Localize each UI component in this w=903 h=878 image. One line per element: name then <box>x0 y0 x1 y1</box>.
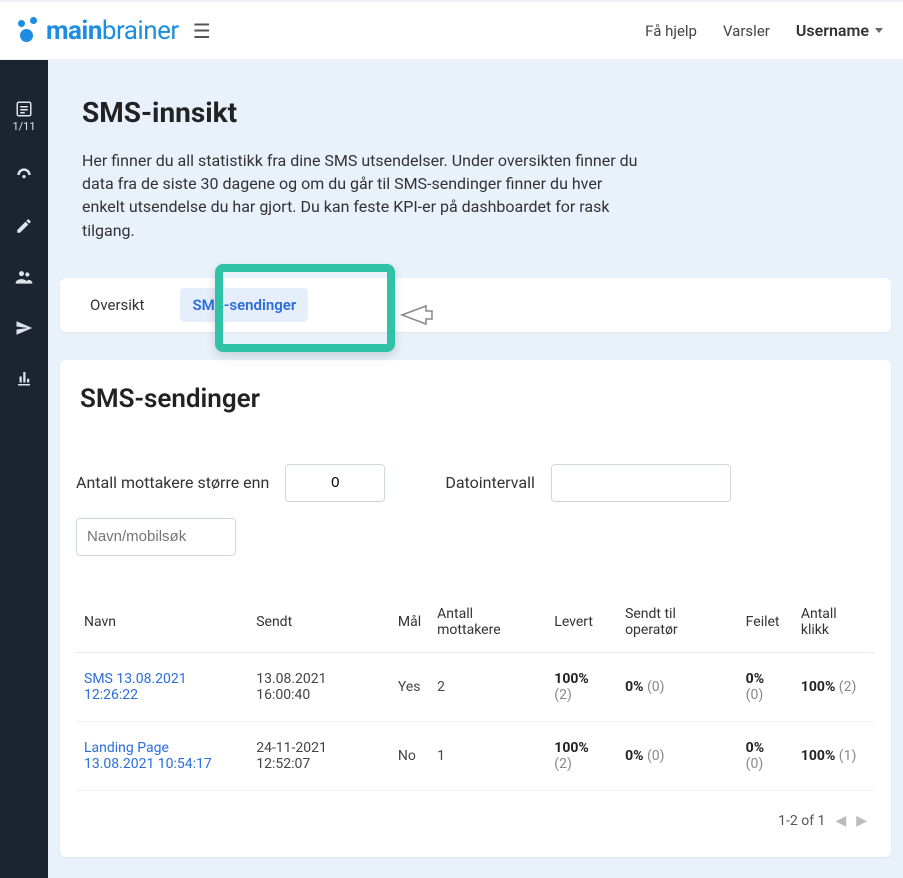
gauge-icon <box>14 165 34 185</box>
step-counter: 1/11 <box>12 120 35 133</box>
filter-recipients-gt-label: Antall mottakere større enn <box>76 473 269 492</box>
topnav-user-menu[interactable]: Username <box>796 21 883 40</box>
content-area: SMS-innsikt Her finner du all statistikk… <box>48 60 903 878</box>
intro-block: SMS-innsikt Her finner du all statistikk… <box>48 60 903 266</box>
filter-daterange-label: Datointervall <box>445 473 535 492</box>
brand-logo[interactable]: mainbrainer <box>12 16 179 46</box>
col-sent[interactable]: Sendt <box>248 596 390 653</box>
col-goal[interactable]: Mål <box>390 596 429 653</box>
list-icon <box>15 100 33 118</box>
row-goal: Yes <box>390 652 429 721</box>
col-name[interactable]: Navn <box>76 596 248 653</box>
sidebar-item-edit[interactable] <box>0 217 48 235</box>
tabs-card: Oversikt SMS-sendinger <box>60 278 891 332</box>
row-name-link[interactable]: Landing Page 13.08.2021 10:54:17 <box>84 740 240 772</box>
row-recipients: 2 <box>429 652 546 721</box>
pencil-icon <box>15 217 33 235</box>
col-recipients[interactable]: Antall mottakere <box>429 596 546 653</box>
pager-next[interactable]: ▶ <box>856 813 867 829</box>
topbar: mainbrainer ☰ Få hjelp Varsler Username <box>0 0 903 60</box>
row-clicks: 100% (2) <box>793 652 875 721</box>
sidebar-item-steps[interactable]: 1/11 <box>0 100 48 133</box>
row-to-operator: 0% (0) <box>617 652 738 721</box>
filter-recipients-gt-input[interactable] <box>285 464 385 502</box>
table-header-row: Navn Sendt Mål Antall mottakere Levert S… <box>76 596 875 653</box>
sidebar-item-contacts[interactable] <box>0 267 48 287</box>
row-sent: 24-11-2021 12:52:07 <box>248 721 390 790</box>
filters-row: Antall mottakere større enn Datointerval… <box>76 464 875 556</box>
topnav-username: Username <box>796 21 869 40</box>
pager-label: 1-2 of 1 <box>778 813 825 829</box>
pager: 1-2 of 1 ◀ ▶ <box>76 791 875 833</box>
paper-plane-icon <box>15 319 33 337</box>
sendings-table: Navn Sendt Mål Antall mottakere Levert S… <box>76 596 875 791</box>
topnav-alerts[interactable]: Varsler <box>723 22 770 40</box>
bar-chart-icon <box>15 369 33 387</box>
col-to-operator[interactable]: Sendt til operatør <box>617 596 738 653</box>
row-failed: 0% (0) <box>738 652 793 721</box>
sidebar-item-insights[interactable] <box>0 369 48 387</box>
col-clicks[interactable]: Antall klikk <box>793 596 875 653</box>
row-delivered: 100% (2) <box>546 652 617 721</box>
users-icon <box>14 267 34 287</box>
sendings-panel: SMS-sendinger Antall mottakere større en… <box>60 360 891 857</box>
sidebar: 1/11 <box>0 60 48 878</box>
row-goal: No <box>390 721 429 790</box>
row-sent: 13.08.2021 16:00:40 <box>248 652 390 721</box>
page-description: Her finner du all statistikk fra dine SM… <box>82 149 642 242</box>
brand-name-bold: main <box>46 16 102 46</box>
row-failed: 0% (0) <box>738 721 793 790</box>
hamburger-icon[interactable]: ☰ <box>193 19 211 43</box>
row-to-operator: 0% (0) <box>617 721 738 790</box>
col-failed[interactable]: Feilet <box>738 596 793 653</box>
page-title: SMS-innsikt <box>82 96 869 129</box>
row-clicks: 100% (1) <box>793 721 875 790</box>
row-recipients: 1 <box>429 721 546 790</box>
sidebar-item-send[interactable] <box>0 319 48 337</box>
topnav: Få hjelp Varsler Username <box>645 21 883 40</box>
col-delivered[interactable]: Levert <box>546 596 617 653</box>
pager-prev[interactable]: ◀ <box>835 813 846 829</box>
panel-title: SMS-sendinger <box>76 384 875 414</box>
row-delivered: 100% (2) <box>546 721 617 790</box>
table-row: SMS 13.08.2021 12:26:22 13.08.2021 16:00… <box>76 652 875 721</box>
tour-cursor-icon <box>400 300 434 330</box>
tab-overview[interactable]: Oversikt <box>78 288 156 322</box>
row-name-link[interactable]: SMS 13.08.2021 12:26:22 <box>84 671 240 703</box>
chevron-down-icon <box>875 28 883 33</box>
filter-search-input[interactable] <box>76 518 236 556</box>
tab-sms-sendings[interactable]: SMS-sendinger <box>180 288 308 322</box>
sidebar-item-dashboard[interactable] <box>0 165 48 185</box>
table-row: Landing Page 13.08.2021 10:54:17 24-11-2… <box>76 721 875 790</box>
brand-name-light: brainer <box>102 16 179 46</box>
brand-name: mainbrainer <box>46 16 179 46</box>
filter-daterange-input[interactable] <box>551 464 731 502</box>
topnav-help[interactable]: Få hjelp <box>645 22 697 40</box>
brand-logo-icon <box>12 17 40 45</box>
